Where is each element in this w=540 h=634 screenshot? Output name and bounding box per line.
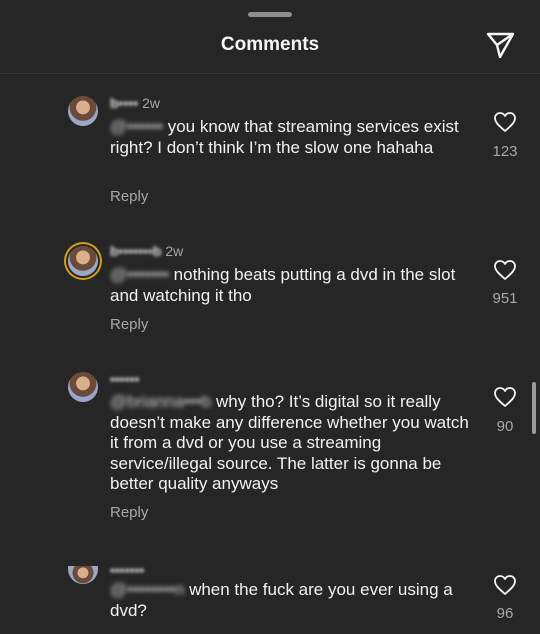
page-title: Comments [220,34,320,55]
comment-meta: ••••••• [110,562,144,578]
comment-time: 2w [165,243,184,259]
like-count: 90 [496,418,514,435]
comment-mention[interactable]: @•••••• [110,117,163,136]
drag-handle[interactable] [248,12,292,17]
comment-username[interactable]: •••••• [110,371,139,387]
comment-text: @brianna•••b why tho? It’s digital so it… [110,392,470,495]
comment-username[interactable]: b•••• [110,95,138,111]
comments-sheet: Comments b•••• 2w @•••••• you know that … [0,0,540,634]
comment-text: @••••••• nothing beats putting a dvd in … [110,265,470,306]
comment-meta: •••••• [110,371,139,387]
comment-time: 2w [142,95,160,111]
reply-button[interactable]: Reply [110,188,148,205]
avatar[interactable] [68,566,98,584]
avatar[interactable] [68,96,98,126]
comment-text: @•••••• you know that streaming services… [110,117,470,158]
like-count: 951 [492,290,518,307]
reply-button[interactable]: Reply [110,316,148,333]
like-count: 123 [492,143,518,160]
heart-outline-icon[interactable] [493,574,517,596]
comment-mention[interactable]: @••••••• [110,265,169,284]
comment-text: @••••••••n when the fuck are you ever us… [110,580,470,621]
comment-username[interactable]: ••••••• [110,562,144,578]
comment-username[interactable]: b•••••••b [110,243,161,259]
heart-outline-icon[interactable] [493,259,517,281]
reply-button[interactable]: Reply [110,504,148,521]
avatar[interactable] [68,372,98,402]
heart-outline-icon[interactable] [493,111,517,133]
like-count: 96 [496,605,514,622]
paper-plane-icon[interactable] [484,30,516,60]
comment-mention[interactable]: @brianna•••b [110,392,211,411]
comment-mention[interactable]: @••••••••n [110,580,184,599]
scrollbar[interactable] [532,382,536,434]
heart-outline-icon[interactable] [493,386,517,408]
header-divider [0,73,540,74]
avatar[interactable] [68,246,98,276]
comment-meta: b•••• 2w [110,95,160,111]
comment-meta: b•••••••b 2w [110,243,183,259]
